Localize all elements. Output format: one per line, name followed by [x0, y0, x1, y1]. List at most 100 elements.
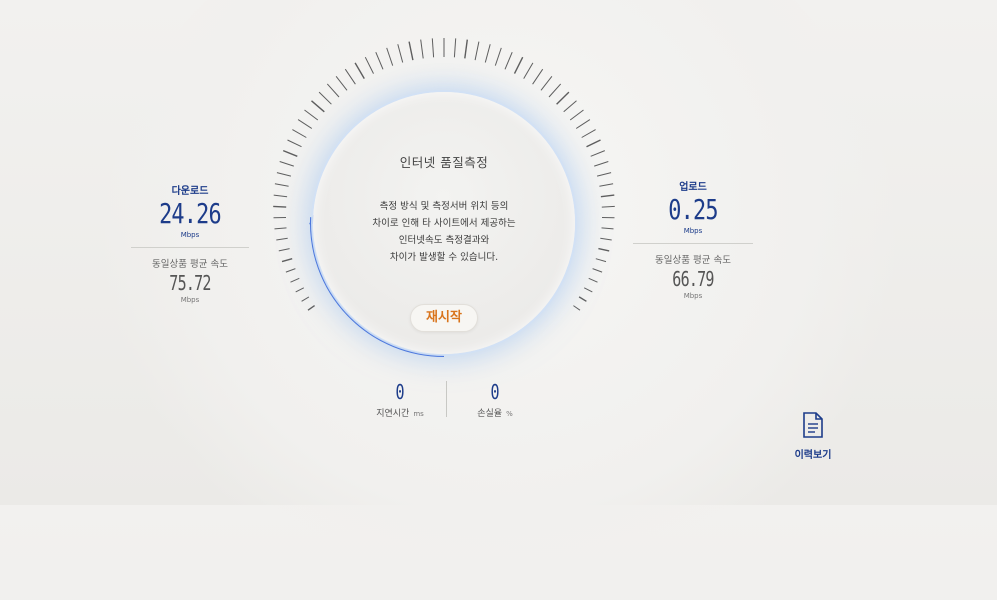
gauge-tick — [541, 76, 552, 90]
gauge-tick — [275, 228, 287, 229]
latency-stat: 0 지연시간 ms — [360, 380, 440, 419]
description-line: 측정 방식 및 측정서버 위치 등의 — [353, 198, 535, 215]
loss-unit: % — [506, 410, 513, 418]
gauge-tick — [601, 195, 614, 197]
gauge-tick — [549, 84, 561, 97]
gauge-tick — [336, 76, 347, 90]
gauge-tick — [409, 42, 413, 61]
gauge-tick — [599, 184, 613, 187]
latency-unit: ms — [413, 410, 423, 418]
upload-label: 업로드 — [632, 178, 754, 193]
gauge-tick — [465, 40, 468, 59]
gauge-tick — [573, 306, 580, 311]
measure-dial: 인터넷 품질측정 측정 방식 및 측정서버 위치 등의 차이로 인해 타 사이트… — [313, 92, 575, 354]
gauge-tick — [302, 297, 309, 301]
gauge-tick — [533, 69, 543, 84]
divider — [131, 247, 249, 248]
gauge-tick — [276, 238, 287, 240]
gauge-tick — [576, 120, 590, 129]
download-avg-label: 동일상품 평균 속도 — [130, 256, 250, 270]
gauge-tick — [587, 140, 601, 147]
gauge-tick — [387, 48, 393, 66]
gauge-tick — [288, 140, 302, 147]
gauge-tick — [292, 130, 306, 138]
gauge-tick — [579, 297, 586, 301]
gauge-tick — [570, 110, 583, 120]
gauge-tick — [524, 63, 533, 79]
gauge-tick — [296, 288, 304, 292]
upload-value: 0.25 — [645, 193, 740, 227]
download-avg-unit: Mbps — [130, 296, 250, 304]
gauge-tick — [280, 162, 294, 167]
gauge-tick — [475, 42, 479, 61]
gauge-tick — [274, 195, 287, 197]
gauge-tick — [591, 151, 605, 157]
gauge-tick — [557, 92, 569, 104]
latency-value: 0 — [370, 380, 430, 404]
gauge-tick — [345, 69, 355, 84]
gauge-tick — [584, 288, 592, 292]
description-line: 차이로 인해 타 사이트에서 제공하는 — [353, 215, 535, 232]
gauge-tick — [602, 206, 615, 207]
gauge-tick — [600, 238, 611, 240]
gauge-tick — [505, 52, 512, 69]
gauge-tick — [495, 48, 501, 66]
gauge-tick — [515, 57, 523, 73]
gauge-tick — [365, 57, 373, 73]
gauge-tick — [282, 259, 292, 262]
gauge-tick — [319, 92, 331, 104]
gauge-tick — [602, 228, 614, 229]
gauge-tick — [273, 206, 286, 207]
gauge-tick — [589, 278, 598, 282]
latency-label: 지연시간 — [376, 409, 409, 419]
upload-avg-label: 동일상품 평균 속도 — [632, 252, 754, 266]
document-icon — [802, 412, 824, 438]
upload-avg-value: 66.79 — [647, 266, 739, 292]
gauge-tick — [421, 40, 424, 59]
gauge-tick — [355, 63, 364, 79]
gauge-tick — [286, 269, 296, 273]
gauge-tick — [279, 249, 290, 251]
gauge-tick — [485, 44, 490, 62]
loss-value: 0 — [465, 380, 525, 404]
gauge-tick — [376, 52, 383, 69]
history-button[interactable]: 이력보기 — [788, 412, 838, 461]
upload-avg-unit: Mbps — [632, 292, 754, 300]
download-panel: 다운로드 24.26 Mbps 동일상품 평균 속도 75.72 Mbps — [130, 182, 250, 304]
gauge-tick — [312, 101, 325, 112]
divider — [633, 243, 753, 244]
upload-unit: Mbps — [632, 227, 754, 235]
gauge-tick — [597, 173, 611, 177]
gauge-tick — [596, 259, 606, 262]
restart-button[interactable]: 재시작 — [410, 304, 478, 332]
gauge-tick — [564, 101, 577, 112]
upload-panel: 업로드 0.25 Mbps 동일상품 평균 속도 66.79 Mbps — [632, 178, 754, 300]
gauge-tick — [305, 110, 318, 120]
gauge-tick — [398, 44, 403, 62]
loss-label: 손실율 — [477, 409, 502, 419]
gauge-tick — [327, 84, 339, 97]
history-label: 이력보기 — [788, 446, 838, 461]
gauge-tick — [593, 269, 603, 273]
gauge-tick — [298, 120, 312, 129]
description-line: 차이가 발생할 수 있습니다. — [353, 249, 535, 266]
description-line: 인터넷속도 측정결과와 — [353, 232, 535, 249]
gauge-tick — [277, 173, 291, 177]
loss-stat: 0 손실율% — [455, 380, 535, 419]
gauge-tick — [283, 151, 297, 157]
download-label: 다운로드 — [130, 182, 250, 197]
gauge-tick — [275, 184, 289, 187]
gauge-tick — [582, 130, 596, 138]
gauge-tick — [291, 278, 300, 282]
gauge-tick — [598, 249, 609, 251]
stat-divider — [446, 381, 447, 417]
download-value: 24.26 — [143, 197, 237, 231]
gauge-tick — [594, 162, 608, 167]
measure-title: 인터넷 품질측정 — [313, 152, 575, 171]
download-avg-value: 75.72 — [145, 270, 235, 296]
gauge-tick — [308, 306, 315, 311]
download-unit: Mbps — [130, 231, 250, 239]
gauge-tick — [454, 38, 455, 57]
gauge-tick — [432, 38, 433, 57]
measure-description: 측정 방식 및 측정서버 위치 등의 차이로 인해 타 사이트에서 제공하는 인… — [353, 198, 535, 266]
